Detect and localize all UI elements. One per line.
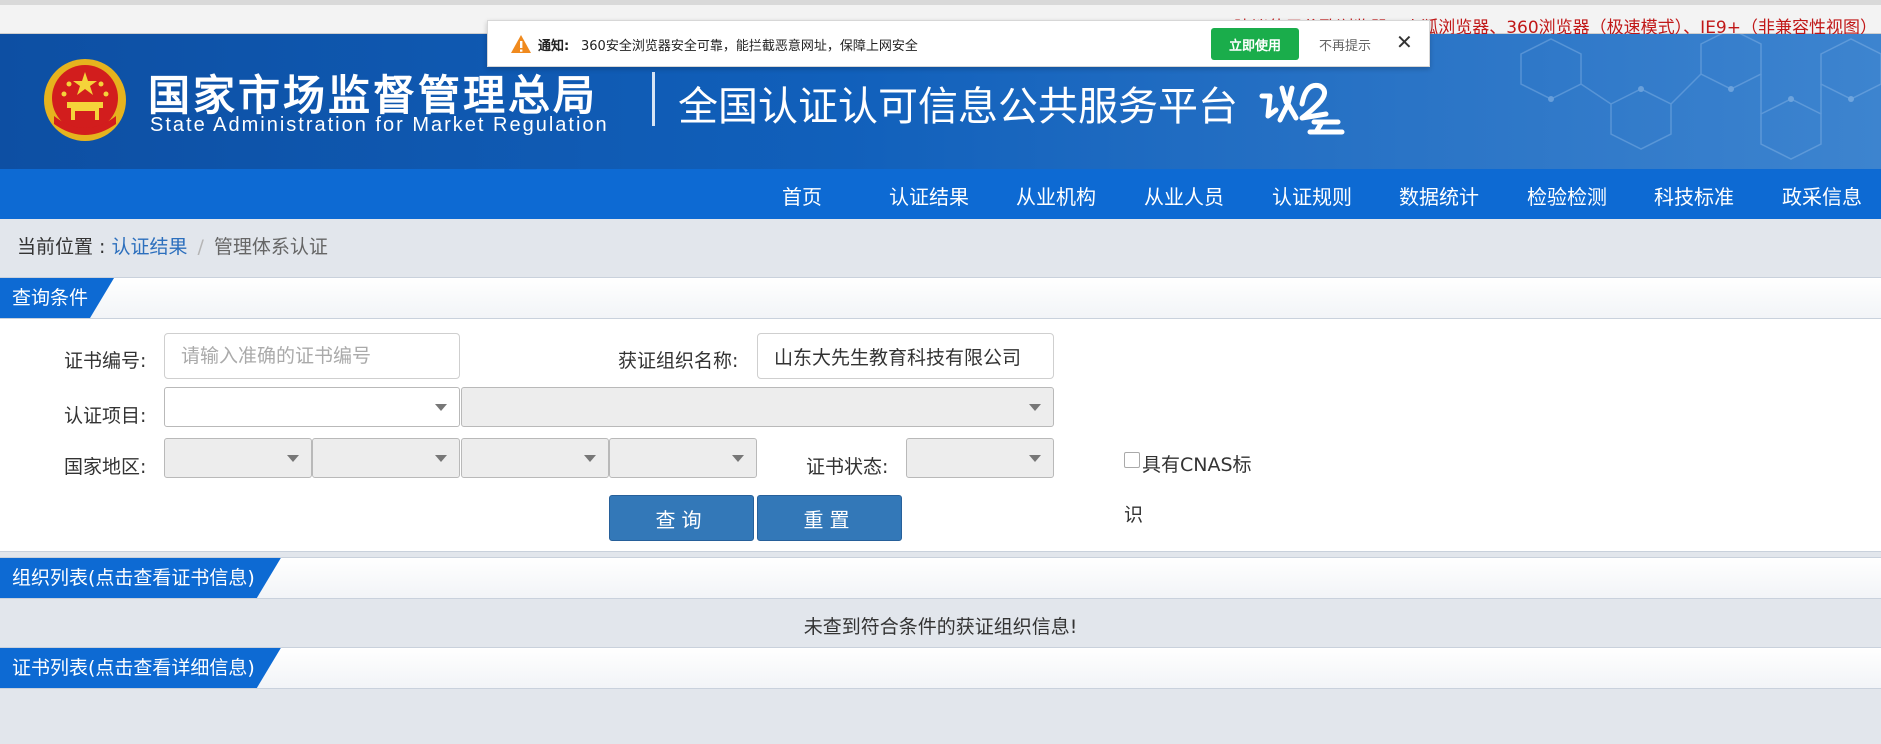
org-name-english: State Administration for Market Regulati… xyxy=(150,114,609,136)
org-list-section-header: 组织列表(点击查看证书信息) xyxy=(0,557,1881,599)
notification-title: 通知: xyxy=(538,39,570,54)
region-select-city[interactable] xyxy=(461,438,609,478)
chevron-down-icon xyxy=(732,455,744,462)
renzheng-cloud-logo-icon xyxy=(1259,82,1345,135)
nav-item-institutions[interactable]: 从业机构 xyxy=(1016,181,1096,210)
cnas-label: 具有CNAS标 xyxy=(1142,454,1252,476)
org-name-label: 获证组织名称: xyxy=(618,350,739,372)
cert-project-label: 认证项目: xyxy=(64,405,147,427)
breadcrumb-prefix: 当前位置 : xyxy=(17,236,112,258)
cnas-checkbox[interactable] xyxy=(1124,452,1140,468)
browser-notification: 通知: 360安全浏览器安全可靠，能拦截恶意网址，保障上网安全 立即使用 不再提… xyxy=(487,20,1430,67)
nav-item-procurement[interactable]: 政采信息 xyxy=(1782,181,1862,210)
org-name-input[interactable] xyxy=(757,333,1054,379)
search-button[interactable]: 查询 xyxy=(609,495,754,541)
nav-item-standards[interactable]: 科技标准 xyxy=(1654,181,1734,210)
cert-subproject-select[interactable] xyxy=(461,387,1054,427)
nav-item-inspection[interactable]: 检验检测 xyxy=(1527,181,1607,210)
dont-remind-link[interactable]: 不再提示 xyxy=(1319,35,1371,54)
region-select-district[interactable] xyxy=(609,438,757,478)
region-label: 国家地区: xyxy=(64,456,147,478)
reset-button[interactable]: 重置 xyxy=(757,495,902,541)
hexagon-decoration-icon xyxy=(1520,34,1881,160)
close-icon[interactable]: ✕ xyxy=(1396,30,1413,54)
cert-status-select[interactable] xyxy=(906,438,1054,478)
main-navigation: 首页 认证结果 从业机构 从业人员 认证规则 数据统计 检验检测 科技标准 政采… xyxy=(0,169,1881,219)
chevron-down-icon xyxy=(435,455,447,462)
chevron-down-icon xyxy=(584,455,596,462)
query-section-header: 查询条件 xyxy=(0,277,1881,319)
chevron-down-icon xyxy=(1029,404,1041,411)
nav-item-personnel[interactable]: 从业人员 xyxy=(1144,181,1224,210)
breadcrumb-separator: / xyxy=(197,236,204,258)
warning-icon xyxy=(511,35,531,53)
use-now-button[interactable]: 立即使用 xyxy=(1211,28,1299,60)
breadcrumb-link-cert-results[interactable]: 认证结果 xyxy=(111,236,187,258)
header-divider xyxy=(652,72,655,126)
chevron-down-icon xyxy=(287,455,299,462)
national-emblem-icon xyxy=(44,59,126,141)
cert-list-section-header: 证书列表(点击查看详细信息) xyxy=(0,647,1881,689)
region-select-province[interactable] xyxy=(312,438,460,478)
chevron-down-icon xyxy=(435,404,447,411)
cert-no-input[interactable] xyxy=(164,333,460,379)
nav-item-home[interactable]: 首页 xyxy=(782,181,822,210)
cert-status-label: 证书状态: xyxy=(806,456,889,478)
org-list-empty-message: 未查到符合条件的获证组织信息! xyxy=(803,616,1078,638)
nav-item-cert-results[interactable]: 认证结果 xyxy=(889,181,969,210)
region-select-country[interactable] xyxy=(164,438,312,478)
org-list-section-title: 组织列表(点击查看证书信息) xyxy=(0,558,281,598)
notification-text: 360安全浏览器安全可靠，能拦截恶意网址，保障上网安全 xyxy=(581,39,918,54)
cert-project-select[interactable] xyxy=(164,387,460,427)
cert-no-label: 证书编号: xyxy=(64,350,147,372)
nav-item-cert-rules[interactable]: 认证规则 xyxy=(1272,181,1352,210)
cert-list-section-title: 证书列表(点击查看详细信息) xyxy=(0,648,281,688)
breadcrumb-current: 管理体系认证 xyxy=(213,236,328,258)
cnas-label-wrap: 识 xyxy=(1124,504,1144,526)
breadcrumb: 当前位置 : 认证结果 / 管理体系认证 xyxy=(17,232,328,259)
platform-title: 全国认证认可信息公共服务平台 xyxy=(678,84,1238,130)
chevron-down-icon xyxy=(1029,455,1041,462)
query-section-title: 查询条件 xyxy=(0,278,114,318)
nav-item-statistics[interactable]: 数据统计 xyxy=(1399,181,1479,210)
